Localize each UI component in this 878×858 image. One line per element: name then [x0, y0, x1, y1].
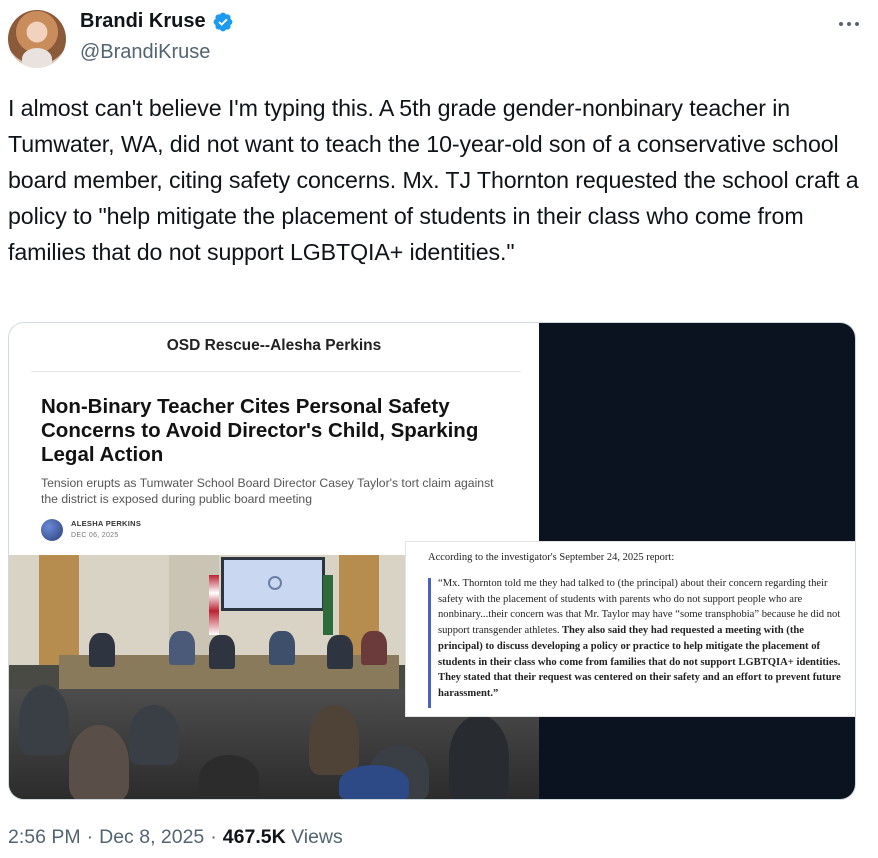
quote-intro: According to the investigator's Septembe…	[428, 552, 675, 563]
article-subhead: Tension erupts as Tumwater School Board …	[41, 476, 494, 506]
meta-separator: ·	[86, 826, 94, 848]
more-options-icon[interactable]	[836, 16, 862, 32]
investigator-report-quote: According to the investigator's Septembe…	[405, 541, 855, 717]
quote-part-2: They also said they had requested a meet…	[438, 625, 841, 699]
article-source: OSD Rescue--Alesha Perkins	[166, 337, 382, 354]
article-headline: Non-Binary Teacher Cites Personal Safety…	[41, 395, 479, 466]
author-avatar[interactable]	[8, 10, 66, 68]
quote-body: “Mx. Thornton told me they had talked to…	[438, 576, 848, 702]
article-author-name: ALESHA PERKINS	[71, 519, 142, 528]
views-label: Views	[291, 826, 343, 848]
tweet-header: Brandi Kruse @BrandiKruse	[8, 8, 870, 70]
tweet-meta: 2:56 PM · Dec 8, 2025 · 467.5K Views	[8, 826, 343, 849]
article-author-avatar	[41, 519, 63, 541]
quote-bar	[428, 578, 431, 708]
author-display-name[interactable]: Brandi Kruse	[80, 10, 206, 33]
tweet-text: I almost can't believe I'm typing this. …	[8, 95, 859, 265]
tweet-date[interactable]: Dec 8, 2025	[99, 826, 204, 849]
meta-separator: ·	[210, 826, 217, 848]
author-handle[interactable]: @BrandiKruse	[80, 41, 210, 64]
article-date: DEC 06, 2025	[71, 532, 119, 539]
article-divider	[31, 371, 521, 372]
views-count: 467.5K	[222, 826, 286, 848]
tweet-time[interactable]: 2:56 PM	[8, 826, 81, 849]
tweet-media[interactable]: OSD Rescue--Alesha Perkins Non-Binary Te…	[8, 322, 856, 800]
author-name-row: Brandi Kruse	[80, 10, 234, 33]
verified-badge-icon[interactable]	[212, 11, 234, 33]
